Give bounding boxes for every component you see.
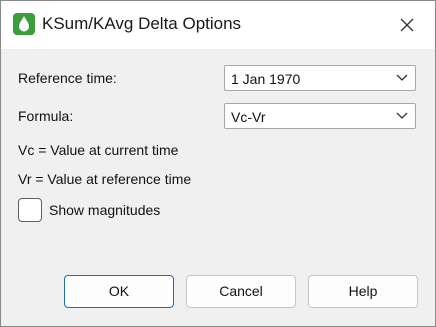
formula-value: Vc-Vr [231, 109, 266, 125]
cancel-button[interactable]: Cancel [186, 275, 296, 308]
reference-time-dropdown[interactable]: 1 Jan 1970 [224, 65, 416, 91]
dialog-window: KSum/KAvg Delta Options Reference time: … [0, 0, 436, 327]
title-bar[interactable]: KSum/KAvg Delta Options [1, 1, 435, 49]
close-button[interactable] [387, 9, 427, 41]
vr-description: Vr = Value at reference time [18, 171, 192, 187]
show-magnitudes-checkbox[interactable] [18, 198, 42, 222]
window-title: KSum/KAvg Delta Options [42, 14, 242, 33]
chevron-down-icon [396, 112, 408, 119]
reference-time-value: 1 Jan 1970 [231, 71, 301, 87]
reference-time-label: Reference time: [18, 70, 117, 86]
close-icon [400, 18, 414, 32]
formula-dropdown[interactable]: Vc-Vr [224, 103, 416, 129]
water-drop-icon [13, 13, 35, 35]
ok-button[interactable]: OK [64, 275, 174, 308]
help-button[interactable]: Help [308, 275, 418, 308]
vc-description: Vc = Value at current time [18, 142, 179, 158]
chevron-down-icon [396, 74, 408, 81]
show-magnitudes-label[interactable]: Show magnitudes [49, 202, 160, 218]
formula-label: Formula: [18, 108, 74, 124]
